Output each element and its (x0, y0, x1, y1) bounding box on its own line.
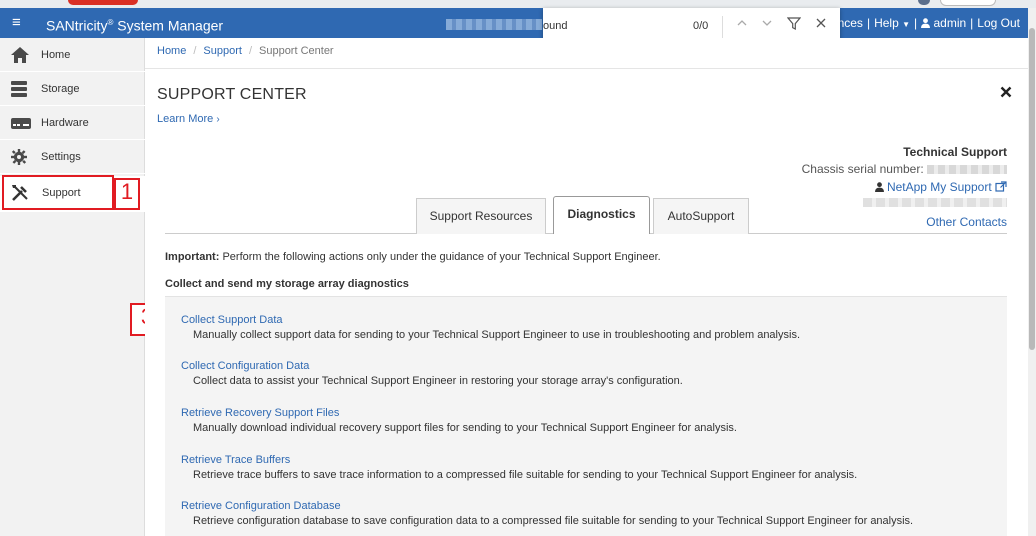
page-title: SUPPORT CENTER (157, 86, 307, 103)
action-description: Retrieve trace buffers to save trace inf… (193, 469, 858, 481)
sidebar-item-home[interactable]: Home (0, 38, 145, 72)
annotation-number-1: 1 (114, 178, 140, 210)
list-item: Collect Support Data Manually collect su… (181, 314, 800, 342)
retrieve-trace-buffers-link[interactable]: Retrieve Trace Buffers (181, 454, 857, 467)
help-menu[interactable]: Help ▼ (874, 16, 910, 30)
scrollbar-thumb[interactable] (1029, 28, 1035, 350)
important-notice: Important: Perform the following actions… (165, 251, 661, 263)
external-link-icon (995, 181, 1007, 192)
person-icon (874, 182, 884, 192)
chevron-up-icon[interactable] (736, 17, 748, 33)
nav-separator: | (914, 16, 918, 30)
gear-icon (10, 148, 30, 166)
redacted-contact (863, 198, 1007, 207)
breadcrumb-current: Support Center (259, 45, 334, 57)
list-item: Retrieve Trace Buffers Retrieve trace bu… (181, 454, 857, 482)
close-icon[interactable] (815, 17, 827, 33)
sidebar-item-label: Hardware (41, 117, 89, 129)
list-item: Retrieve Recovery Support Files Manually… (181, 407, 737, 435)
learn-more-label: Learn More (157, 113, 214, 125)
app-title: SANtricity® System Manager (46, 15, 223, 34)
find-input[interactable]: ound (543, 20, 567, 32)
chassis-serial: Chassis serial number: (802, 162, 1007, 176)
app-name: SANtricity (46, 17, 108, 34)
important-text: Perform the following actions only under… (222, 251, 661, 263)
hamburger-icon[interactable]: ≡ (12, 15, 21, 31)
sidebar: Home Storage Hardware Settings Support (0, 38, 145, 536)
breadcrumb-home[interactable]: Home (157, 45, 186, 57)
breadcrumb-separator: / (248, 45, 252, 57)
help-label: Help (874, 16, 899, 30)
breadcrumb-support[interactable]: Support (203, 45, 242, 57)
header-nav: ences | Help ▼ | admin | Log Out (831, 16, 1020, 32)
browser-tab-indicator (68, 0, 138, 5)
find-match-count: 0/0 (693, 20, 709, 32)
sidebar-item-storage[interactable]: Storage (0, 72, 145, 106)
user-menu[interactable]: admin (921, 16, 966, 30)
caret-down-icon: ▼ (902, 20, 911, 29)
breadcrumb-divider (145, 68, 1028, 69)
list-item: Collect Configuration Data Collect data … (181, 360, 683, 388)
collect-configuration-data-link[interactable]: Collect Configuration Data (181, 360, 683, 373)
browser-extension-pill[interactable] (940, 0, 996, 6)
main-content: Home / Support / Support Center SUPPORT CENT… (145, 38, 1028, 536)
other-contacts-link[interactable]: Other Contacts (926, 215, 1007, 229)
sidebar-item-label: Storage (41, 83, 80, 95)
app-header: ≡ SANtricity® System Manager ences | Help … (0, 8, 1028, 38)
retrieve-configuration-database-link[interactable]: Retrieve Configuration Database (181, 500, 913, 513)
action-description: Collect data to assist your Technical Su… (193, 375, 683, 387)
hardware-icon (10, 114, 31, 132)
collect-support-data-link[interactable]: Collect Support Data (181, 314, 800, 327)
breadcrumb: Home / Support / Support Center (157, 45, 334, 57)
breadcrumb-separator: / (193, 45, 197, 57)
list-item: Retrieve Configuration Database Retrieve… (181, 500, 913, 528)
sidebar-item-label: Settings (41, 151, 81, 163)
netapp-link-label: NetApp My Support (886, 180, 992, 194)
redacted-serial (927, 165, 1007, 175)
retrieve-recovery-support-files-link[interactable]: Retrieve Recovery Support Files (181, 407, 737, 420)
user-icon (921, 18, 931, 28)
chevron-right-icon: › (216, 114, 220, 125)
app-name-suffix: System Manager (117, 17, 224, 34)
sidebar-item-hardware[interactable]: Hardware (0, 106, 145, 140)
action-description: Retrieve configuration database to save … (193, 515, 914, 527)
action-description: Manually download individual recovery su… (193, 422, 737, 434)
logout-link[interactable]: Log Out (977, 16, 1020, 30)
tab-autosupport[interactable]: AutoSupport (653, 198, 749, 234)
tab-diagnostics[interactable]: Diagnostics (553, 196, 650, 234)
user-name: admin (933, 16, 967, 30)
important-label: Important: (165, 251, 220, 263)
nav-separator: | (970, 16, 974, 30)
serial-label: Chassis serial number: (801, 162, 924, 176)
trademark: ® (107, 18, 114, 27)
annotation-highlight-support (2, 175, 114, 210)
filter-icon[interactable] (786, 17, 802, 34)
learn-more-link[interactable]: Learn More › (157, 113, 220, 125)
home-icon (10, 46, 30, 64)
chevron-down-icon[interactable] (761, 17, 773, 33)
diagnostics-actions-panel: Collect Support Data Manually collect su… (165, 296, 1007, 536)
technical-support-title: Technical Support (903, 145, 1007, 159)
sidebar-item-label: Home (41, 49, 71, 61)
find-divider (722, 16, 723, 38)
tab-support-resources[interactable]: Support Resources (416, 198, 546, 234)
action-description: Manually collect support data for sendin… (193, 329, 800, 341)
nav-separator: | (866, 16, 871, 30)
redacted-info (446, 19, 542, 30)
netapp-my-support-link[interactable]: NetApp My Support (874, 180, 1007, 194)
storage-icon (10, 80, 30, 98)
browser-tabstrip (0, 0, 1036, 8)
section-title: Collect and send my storage array diagno… (165, 278, 409, 290)
sidebar-item-settings[interactable]: Settings (0, 140, 145, 174)
close-icon[interactable] (1000, 85, 1012, 103)
